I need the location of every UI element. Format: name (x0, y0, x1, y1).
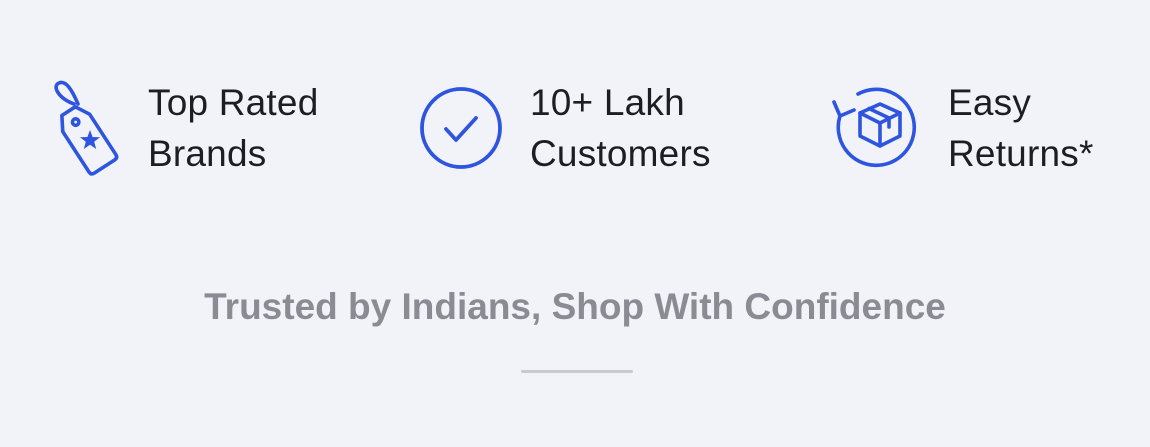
feature-label-line-1: 10+ Lakh (530, 82, 685, 123)
star-tag-icon (48, 78, 128, 178)
feature-label: Easy Returns* (948, 77, 1094, 179)
box-return-icon (828, 80, 924, 176)
feature-label-line-2: Brands (148, 133, 267, 174)
feature-label-line-2: Returns* (948, 133, 1094, 174)
tagline: Trusted by Indians, Shop With Confidence (204, 286, 946, 327)
feature-lakh-customers: 10+ Lakh Customers (416, 76, 711, 180)
feature-label: Top Rated Brands (148, 77, 318, 179)
feature-label-line-2: Customers (530, 133, 711, 174)
feature-label-line-1: Easy (948, 82, 1032, 123)
feature-label: 10+ Lakh Customers (530, 77, 711, 179)
feature-top-rated-brands: Top Rated Brands (48, 76, 318, 180)
feature-label-line-1: Top Rated (148, 82, 319, 123)
feature-easy-returns: Easy Returns* (828, 76, 1094, 180)
check-circle-icon (416, 83, 506, 173)
divider (521, 370, 633, 373)
